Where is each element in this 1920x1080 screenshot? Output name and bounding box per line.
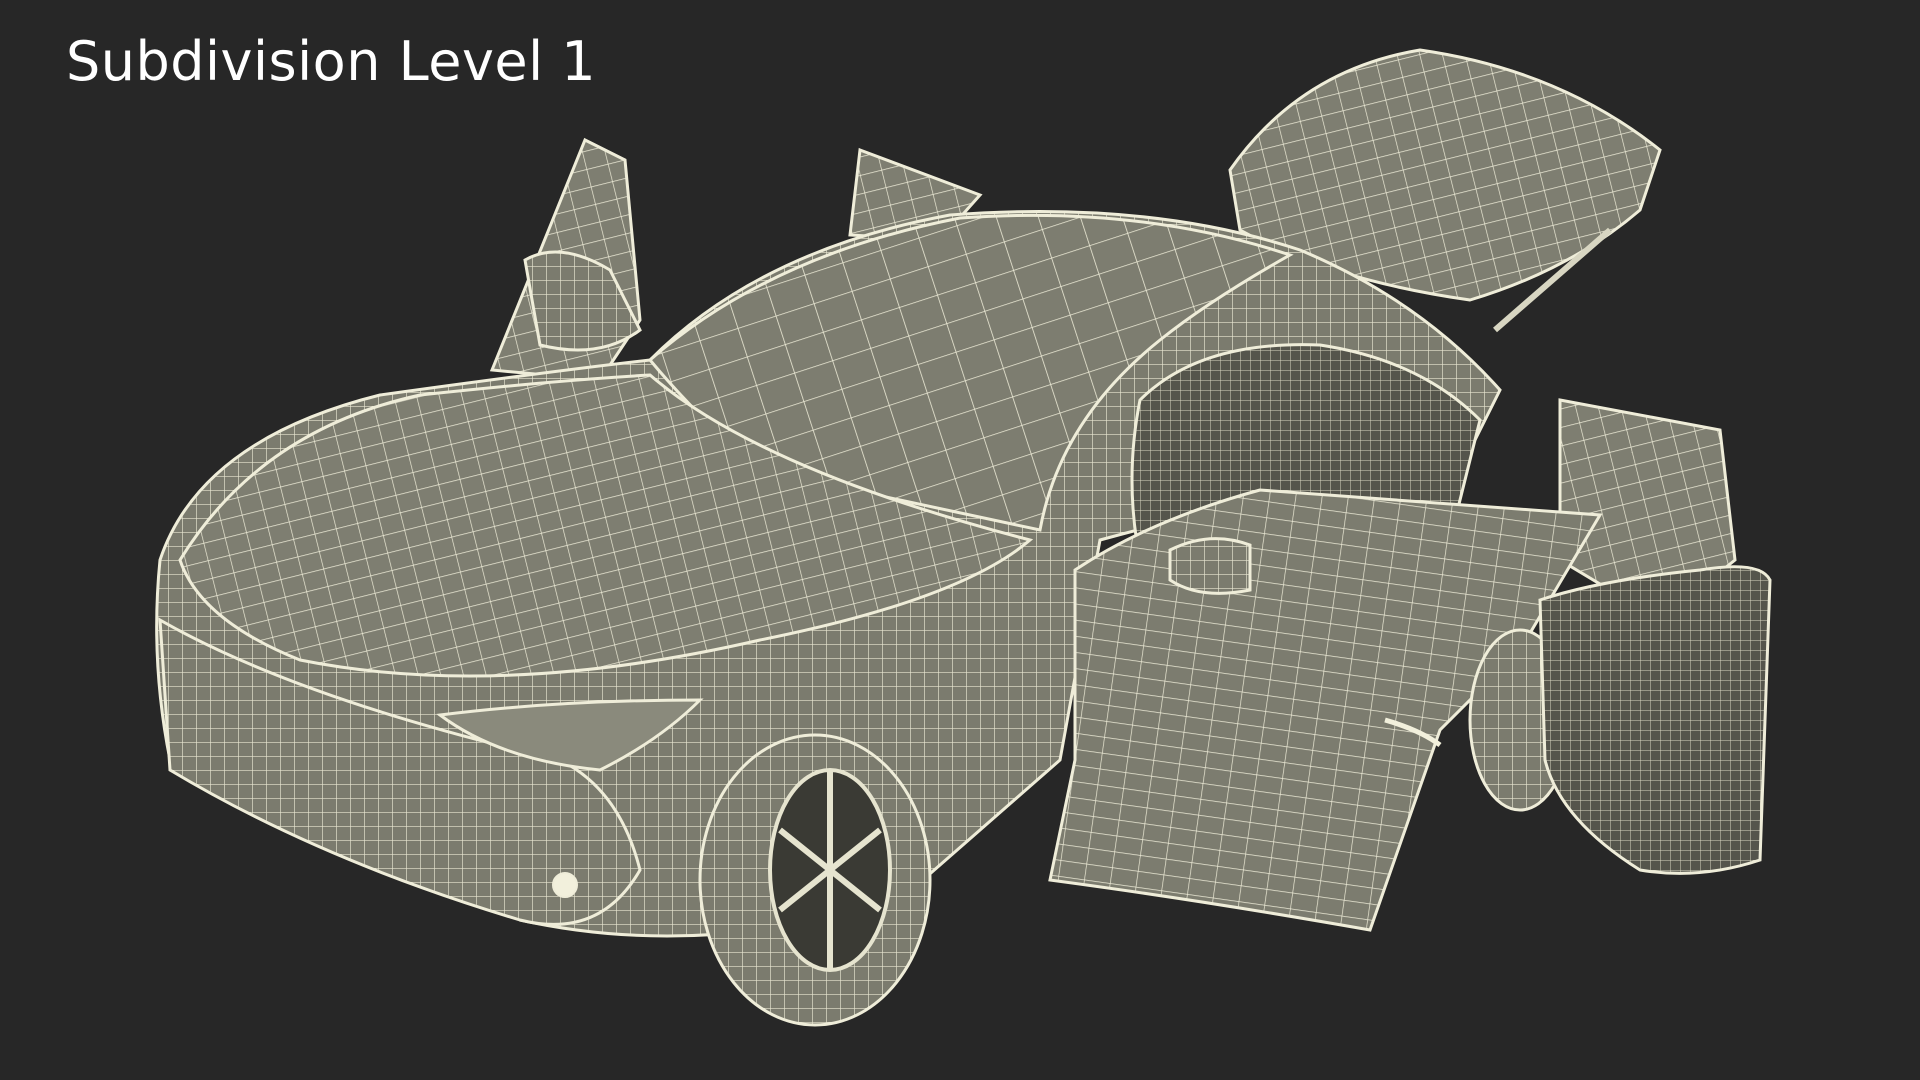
subdivision-level-label: Subdivision Level 1 [66, 30, 597, 93]
car-wireframe-model [155, 48, 1772, 1027]
fog-light [552, 872, 578, 898]
right-mirror [1168, 537, 1252, 595]
rear-right-door-interior [1538, 565, 1772, 875]
render-viewport: Subdivision Level 1 [0, 0, 1920, 1080]
